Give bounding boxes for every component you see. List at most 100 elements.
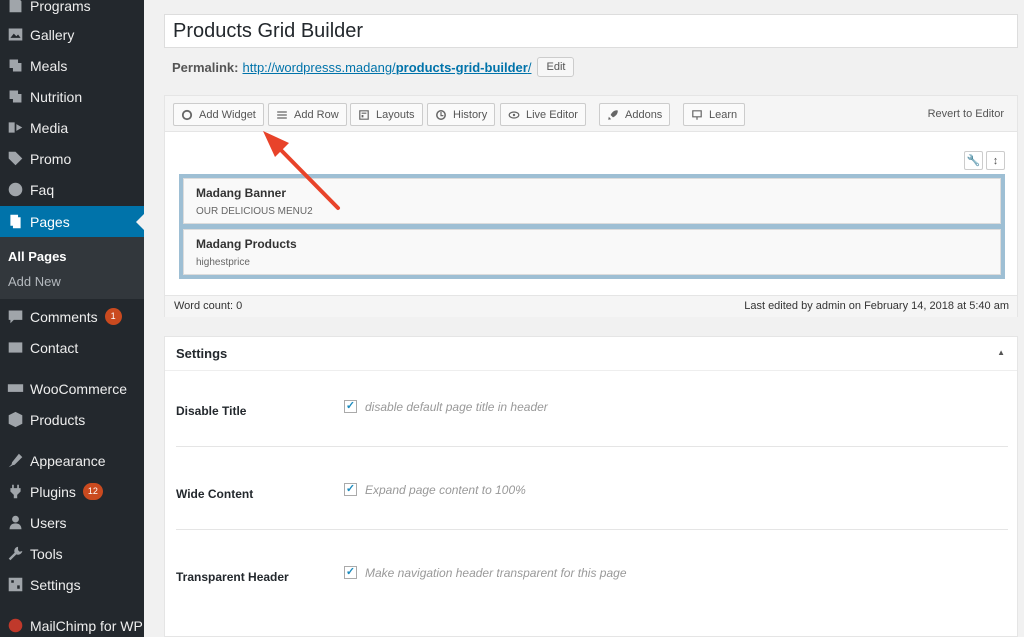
menu-label: Media — [30, 119, 69, 136]
comments-count-badge: 1 — [104, 308, 122, 325]
settings-header[interactable]: Settings ▲ — [165, 337, 1017, 371]
checkmark-icon: ✓ — [345, 400, 356, 412]
products-icon — [6, 411, 24, 429]
permalink-base: http://wordpresss.madang/ — [242, 59, 396, 75]
layouts-icon — [358, 109, 370, 121]
menu-meals[interactable]: Meals — [0, 50, 144, 81]
add-row-button[interactable]: Add Row — [268, 103, 347, 126]
users-icon — [6, 514, 24, 532]
tools-icon — [6, 545, 24, 563]
mail-icon — [6, 339, 24, 357]
checkmark-icon: ✓ — [345, 483, 356, 495]
widget-title: Madang Products — [196, 237, 297, 251]
settings-title: Settings — [176, 346, 228, 361]
setting-label: Disable Title — [176, 404, 247, 418]
admin-sidebar: Programs Gallery Meals Nutrition Media P… — [0, 0, 144, 637]
live-editor-label: Live Editor — [526, 108, 578, 121]
submenu-all-pages[interactable]: All Pages — [8, 249, 67, 264]
wide-content-checkbox[interactable]: ✓ — [344, 483, 357, 496]
menu-label: Users — [30, 514, 67, 531]
widget-card[interactable]: Madang Products highestprice — [183, 229, 1001, 275]
addons-button[interactable]: Addons — [599, 103, 671, 126]
checkmark-icon: ✓ — [345, 566, 356, 578]
media-icon — [6, 119, 24, 137]
layouts-button[interactable]: Layouts — [350, 103, 423, 126]
menu-nutrition[interactable]: Nutrition — [0, 81, 144, 112]
menu-comments[interactable]: Comments 1 — [0, 301, 144, 332]
plugins-count-badge: 12 — [82, 483, 103, 500]
page-builder-panel: Add Widget Add Row Layouts History Live … — [164, 95, 1018, 317]
menu-label: Comments — [30, 308, 98, 325]
permalink-tail: / — [527, 59, 532, 75]
permalink-link[interactable]: http://wordpresss.madang/products-grid-b… — [242, 60, 531, 75]
menu-pages[interactable]: Pages — [0, 206, 144, 237]
live-editor-button[interactable]: Live Editor — [500, 103, 586, 126]
edit-permalink-button[interactable]: Edit — [537, 57, 575, 77]
submenu-add-new[interactable]: Add New — [8, 274, 61, 289]
divider — [176, 529, 1008, 530]
page-title-input[interactable]: Products Grid Builder — [164, 14, 1018, 48]
menu-label: Plugins — [30, 483, 76, 500]
add-widget-button[interactable]: Add Widget — [173, 103, 264, 126]
menu-settings[interactable]: Settings — [0, 569, 144, 600]
menu-tools[interactable]: Tools — [0, 538, 144, 569]
menu-gallery[interactable]: Gallery — [0, 19, 144, 50]
widget-card[interactable]: Madang Banner OUR DELICIOUS MENU2 — [183, 178, 1001, 224]
menu-woocommerce[interactable]: WooCommerce — [0, 373, 144, 404]
eye-icon — [508, 109, 520, 121]
menu-label: Settings — [30, 576, 81, 593]
permalink-slug: products-grid-builder — [395, 59, 528, 75]
mailchimp-icon — [6, 617, 24, 635]
menu-plugins[interactable]: Plugins 12 — [0, 476, 144, 507]
history-label: History — [453, 108, 488, 121]
last-edited: Last edited by admin on February 14, 201… — [744, 300, 1009, 312]
menu-label: Faq — [30, 181, 55, 198]
menu-label: Nutrition — [30, 88, 83, 105]
tag-icon — [6, 150, 24, 168]
menu-media[interactable]: Media — [0, 112, 144, 143]
permalink-row: Permalink: http://wordpresss.madang/prod… — [172, 56, 575, 78]
menu-label: Programs — [30, 0, 91, 14]
permalink-label: Permalink: — [172, 59, 239, 75]
transparent-header-checkbox[interactable]: ✓ — [344, 566, 357, 579]
hamburger-icon — [276, 109, 288, 121]
menu-products[interactable]: Products — [0, 404, 144, 435]
menu-contact[interactable]: Contact — [0, 332, 144, 363]
comments-icon — [6, 308, 24, 326]
menu-label: Pages — [30, 213, 70, 230]
revert-to-editor-link[interactable]: Revert to Editor — [928, 108, 1004, 120]
widget-title: Madang Banner — [196, 186, 287, 200]
move-button[interactable]: ↕ — [986, 151, 1005, 170]
settings-metabox: Settings ▲ Disable Title ✓ disable defau… — [164, 336, 1018, 637]
add-widget-label: Add Widget — [199, 108, 256, 121]
menu-faq[interactable]: Faq — [0, 174, 144, 205]
learn-label: Learn — [709, 108, 738, 121]
history-icon — [435, 109, 447, 121]
menu-label: Promo — [30, 150, 72, 167]
history-button[interactable]: History — [427, 103, 496, 126]
menu-appearance[interactable]: Appearance — [0, 445, 144, 476]
setting-row-transparent-header: Transparent Header ✓ Make navigation hea… — [165, 537, 1017, 620]
learn-icon — [691, 109, 703, 121]
setting-description: disable default page title in header — [365, 400, 548, 414]
menu-mailchimp[interactable]: MailChimp for WP — [0, 610, 144, 637]
wrench-button[interactable]: 🔧 — [964, 151, 983, 170]
collapse-arrow-icon[interactable]: ▲ — [997, 348, 1005, 357]
menu-programs[interactable]: Programs — [0, 0, 144, 21]
plugins-icon — [6, 483, 24, 501]
menu-label: Appearance — [30, 452, 106, 469]
menu-label: Meals — [30, 57, 68, 74]
add-row-label: Add Row — [294, 108, 339, 121]
rocket-icon — [607, 109, 619, 121]
disable-title-checkbox[interactable]: ✓ — [344, 400, 357, 413]
word-count: Word count: 0 — [174, 300, 243, 312]
layouts-label: Layouts — [376, 108, 415, 121]
menu-users[interactable]: Users — [0, 507, 144, 538]
setting-description: Expand page content to 100% — [365, 483, 526, 497]
widget-description: OUR DELICIOUS MENU2 — [196, 206, 313, 217]
menu-label: MailChimp for WP — [30, 617, 143, 634]
menu-promo[interactable]: Promo — [0, 143, 144, 174]
setting-label: Transparent Header — [176, 570, 289, 584]
setting-row-disable-title: Disable Title ✓ disable default page tit… — [165, 371, 1017, 454]
learn-button[interactable]: Learn — [683, 103, 746, 126]
